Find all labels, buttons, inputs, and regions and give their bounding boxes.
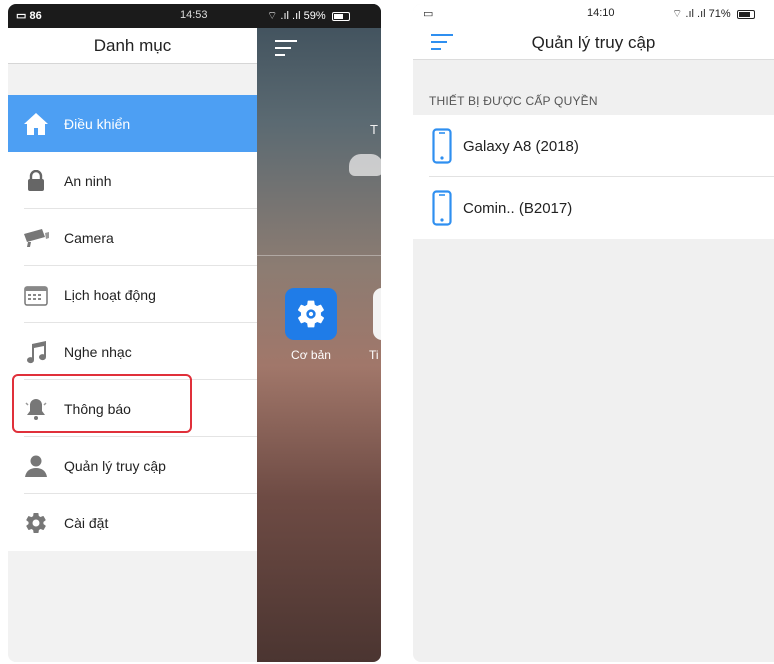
basic-settings-tile[interactable] [285,288,337,340]
menu-item-access-management[interactable]: Quản lý truy cập [8,437,257,494]
status-right: ⌔ .ıl .ıl 71% [672,7,755,21]
background-app: T Cơ bản Ti [257,4,381,662]
menu-item-label: Lịch hoạt động [64,286,156,303]
partial-tile[interactable] [373,288,381,340]
drawer-menu: Điều khiển An ninh Camera Lịch hoạt động [8,95,257,551]
right-phone-screen: ▭ 14:10 ⌔ .ıl .ıl 71% Quản lý truy cập T… [413,4,774,662]
image-icon: ▭ [423,8,434,20]
menu-item-label: Nghe nhạc [64,343,132,360]
signal-icon: .ıl .ıl [280,10,301,22]
menu-item-label: Điều khiển [64,115,131,132]
basic-tile-label: Cơ bản [291,348,331,362]
status-time: 14:53 [180,9,208,21]
device-row[interactable]: Galaxy A8 (2018) [413,115,774,177]
navigation-drawer: Danh mục Điều khiển An ninh Camera Lịch … [8,28,257,662]
partial-weather-text: T [370,122,378,137]
device-row[interactable]: Comin.. (B2017) [413,177,774,239]
device-name: Comin.. (B2017) [463,199,573,217]
bell-icon [8,397,64,421]
menu-item-label: Camera [64,229,114,246]
smartphone-icon [413,190,463,226]
battery-icon [736,9,755,19]
menu-item-security[interactable]: An ninh [8,152,257,209]
partial-tile-label: Ti [369,348,379,362]
left-phone-screen: T Cơ bản Ti ▭ 86 14:53 ⌔ .ıl .ıl 59% Dan… [8,4,381,662]
smartphone-icon [413,128,463,164]
hamburger-menu-icon[interactable] [275,40,297,61]
menu-item-notifications[interactable]: Thông báo [8,380,257,437]
menu-item-settings[interactable]: Cài đặt [8,494,257,551]
status-bar: ▭ 86 14:53 ⌔ .ıl .ıl 59% [8,4,381,28]
menu-item-schedule[interactable]: Lịch hoạt động [8,266,257,323]
menu-item-label: An ninh [64,172,112,189]
rain-cloud-icon [349,154,381,176]
battery-icon [331,11,350,21]
menu-item-music[interactable]: Nghe nhạc [8,323,257,380]
device-list: Galaxy A8 (2018) Comin.. (B2017) [413,115,774,239]
calendar-icon [8,284,64,306]
status-bar: ▭ 14:10 ⌔ .ıl .ıl 71% [413,4,774,24]
page-title: Quản lý truy cập [531,33,656,52]
menu-item-label: Quản lý truy cập [64,457,166,474]
divider [257,255,381,256]
music-note-icon [8,340,64,364]
app-header: Quản lý truy cập [413,24,774,60]
camera-icon [8,228,64,248]
wifi-icon: ⌔ [267,10,278,22]
menu-item-label: Cài đặt [64,514,109,531]
menu-item-camera[interactable]: Camera [8,209,257,266]
menu-item-control[interactable]: Điều khiển [8,95,257,152]
lock-icon [8,169,64,192]
status-right: ⌔ .ıl .ıl 59% [267,9,350,23]
device-name: Galaxy A8 (2018) [463,137,579,155]
user-icon [8,454,64,478]
wifi-icon: ⌔ [672,8,683,20]
menu-item-label: Thông báo [64,400,131,417]
drawer-title: Danh mục [8,28,257,64]
section-label: THIẾT BỊ ĐƯỢC CẤP QUYỀN [429,94,598,108]
gear-icon [298,300,325,328]
home-icon [8,112,64,136]
signal-icon: .ıl .ıl [685,8,706,20]
status-time: 14:10 [587,7,615,19]
status-left: ▭ 86 [16,10,42,22]
gear-icon [8,511,64,535]
